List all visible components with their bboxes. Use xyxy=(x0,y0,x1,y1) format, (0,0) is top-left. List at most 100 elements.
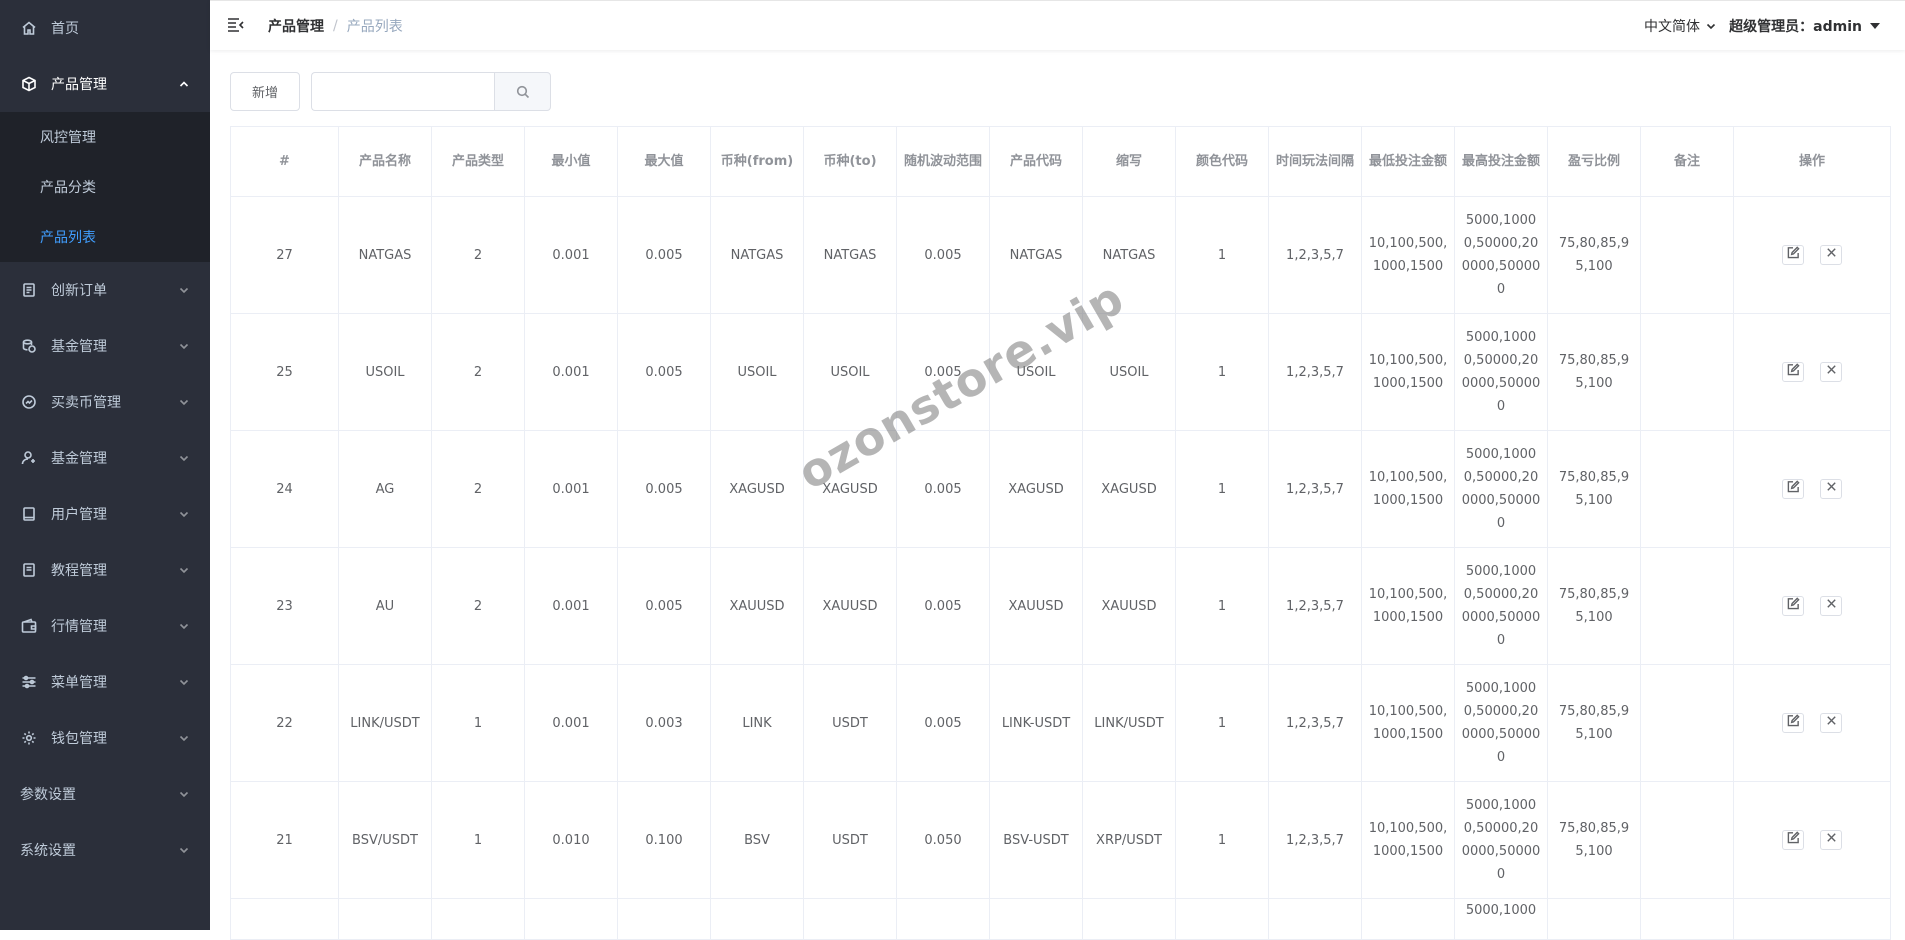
table-cell: 10,100,500,1000,1500 xyxy=(1361,313,1455,431)
sidebar-item-menu-management[interactable]: 菜单管理 xyxy=(0,654,210,710)
sidebar-item-product-management[interactable]: 产品管理 xyxy=(0,56,210,112)
table-cell: USOIL xyxy=(338,313,432,431)
column-header: 随机波动范围 xyxy=(896,126,990,197)
add-button[interactable]: 新增 xyxy=(230,72,300,111)
table-cell: 10,100,500,1000,1500 xyxy=(1361,664,1455,782)
table-cell xyxy=(524,898,618,940)
search-icon xyxy=(516,85,529,98)
search-input[interactable] xyxy=(311,72,494,111)
column-header: 最低投注金额 xyxy=(1361,126,1455,197)
wallet-icon xyxy=(20,617,38,635)
submenu-product-management: 风控管理 产品分类 产品列表 xyxy=(0,112,210,262)
sidebar-item-fund-management-2[interactable]: 基金管理 xyxy=(0,430,210,486)
delete-button[interactable] xyxy=(1820,245,1842,265)
table-cell xyxy=(338,898,432,940)
sidebar-item-tutorial-management[interactable]: 教程管理 xyxy=(0,542,210,598)
sidebar-item-innovation-orders[interactable]: 创新订单 xyxy=(0,262,210,318)
close-icon xyxy=(1825,595,1838,618)
table-cell: NATGAS xyxy=(803,196,897,314)
table-cell: 1,2,3,5,7 xyxy=(1268,547,1362,665)
table-row: 5000,1000 xyxy=(230,898,1891,940)
edit-button[interactable] xyxy=(1782,713,1804,733)
edit-button[interactable] xyxy=(1782,245,1804,265)
chevron-down-icon xyxy=(178,620,190,632)
column-header: 产品代码 xyxy=(989,126,1083,197)
table-cell xyxy=(1082,898,1176,940)
table-cell: 24 xyxy=(230,430,339,548)
column-header: 产品名称 xyxy=(338,126,432,197)
table-cell: 75,80,85,95,100 xyxy=(1547,430,1641,548)
table-cell: USDT xyxy=(803,781,897,899)
sidebar-item-market-management[interactable]: 行情管理 xyxy=(0,598,210,654)
table-cell: 1,2,3,5,7 xyxy=(1268,664,1362,782)
language-dropdown[interactable]: 中文简体 xyxy=(1644,16,1717,36)
delete-button[interactable] xyxy=(1820,713,1842,733)
table-cell: 2 xyxy=(431,547,525,665)
edit-button[interactable] xyxy=(1782,479,1804,499)
chevron-down-icon xyxy=(178,284,190,296)
table-cell: AU xyxy=(338,547,432,665)
table-cell: 0.005 xyxy=(617,196,711,314)
sidebar-item-risk-control[interactable]: 风控管理 xyxy=(0,112,210,162)
table-cell: BSV-USDT xyxy=(989,781,1083,899)
language-label: 中文简体 xyxy=(1644,19,1700,35)
sidebar-item-label: 创新订单 xyxy=(51,283,107,299)
edit-icon xyxy=(1787,244,1800,267)
table-cell: 1,2,3,5,7 xyxy=(1268,430,1362,548)
delete-button[interactable] xyxy=(1820,362,1842,382)
table-cell: 0.050 xyxy=(896,781,990,899)
table-cell xyxy=(617,898,711,940)
table-cell: 1 xyxy=(431,664,525,782)
home-icon xyxy=(20,19,38,37)
edit-icon xyxy=(1787,361,1800,384)
sidebar-item-product-list[interactable]: 产品列表 xyxy=(0,212,210,262)
table-cell xyxy=(1547,898,1641,940)
table-cell: XAGUSD xyxy=(1082,430,1176,548)
table-cell xyxy=(230,898,339,940)
table-cell: 5000,10000,50000,200000,500000 xyxy=(1454,313,1548,431)
table-cell: 0.005 xyxy=(896,196,990,314)
table-cell: 22 xyxy=(230,664,339,782)
delete-button[interactable] xyxy=(1820,596,1842,616)
sidebar-item-user-management[interactable]: 用户管理 xyxy=(0,486,210,542)
table-cell: USOIL xyxy=(989,313,1083,431)
user-dropdown[interactable]: 超级管理员：admin xyxy=(1729,16,1880,36)
edit-button[interactable] xyxy=(1782,362,1804,382)
delete-button[interactable] xyxy=(1820,479,1842,499)
operation-cell xyxy=(1733,196,1891,314)
table-cell: LINK-USDT xyxy=(989,664,1083,782)
sidebar-item-parameter-settings[interactable]: 参数设置 xyxy=(0,766,210,822)
search-button[interactable] xyxy=(494,72,551,111)
edit-icon xyxy=(1787,478,1800,501)
close-icon xyxy=(1825,361,1838,384)
sidebar-item-coin-trading[interactable]: 买卖币管理 xyxy=(0,374,210,430)
column-header: 最高投注金额 xyxy=(1454,126,1548,197)
chevron-down-icon xyxy=(178,788,190,800)
row-actions xyxy=(1740,596,1884,616)
table-cell xyxy=(1268,898,1362,940)
table-cell: 1 xyxy=(1175,664,1269,782)
table-cell: 10,100,500,1000,1500 xyxy=(1361,430,1455,548)
hamburger-menu-icon[interactable] xyxy=(226,15,246,35)
table-cell xyxy=(710,898,804,940)
table-row: 25 USOIL 2 0.001 0.005 USOIL USOIL 0.005 USOIL US… xyxy=(230,313,1891,431)
table-cell: 0.001 xyxy=(524,664,618,782)
table-cell xyxy=(803,898,897,940)
table-cell: BSV xyxy=(710,781,804,899)
sidebar-item-fund-management[interactable]: 基金管理 xyxy=(0,318,210,374)
sidebar-item-wallet-management[interactable]: 钱包管理 xyxy=(0,710,210,766)
sidebar-item-home[interactable]: 首页 xyxy=(0,0,210,56)
table-cell: XAUUSD xyxy=(989,547,1083,665)
breadcrumb-item-product-management[interactable]: 产品管理 xyxy=(268,16,324,36)
row-actions xyxy=(1740,245,1884,265)
product-table: # 产品名称 产品类型 最小值 最大值 币种(from) 币种(to) 随机波动范围 产品代码缩… xyxy=(230,126,1891,940)
edit-button[interactable] xyxy=(1782,830,1804,850)
sidebar-item-product-category[interactable]: 产品分类 xyxy=(0,162,210,212)
delete-button[interactable] xyxy=(1820,830,1842,850)
column-header: 备注 xyxy=(1640,126,1734,197)
operation-cell xyxy=(1733,664,1891,782)
edit-button[interactable] xyxy=(1782,596,1804,616)
sidebar-item-system-settings[interactable]: 系统设置 xyxy=(0,822,210,878)
table-cell xyxy=(431,898,525,940)
table-cell: 1 xyxy=(1175,781,1269,899)
